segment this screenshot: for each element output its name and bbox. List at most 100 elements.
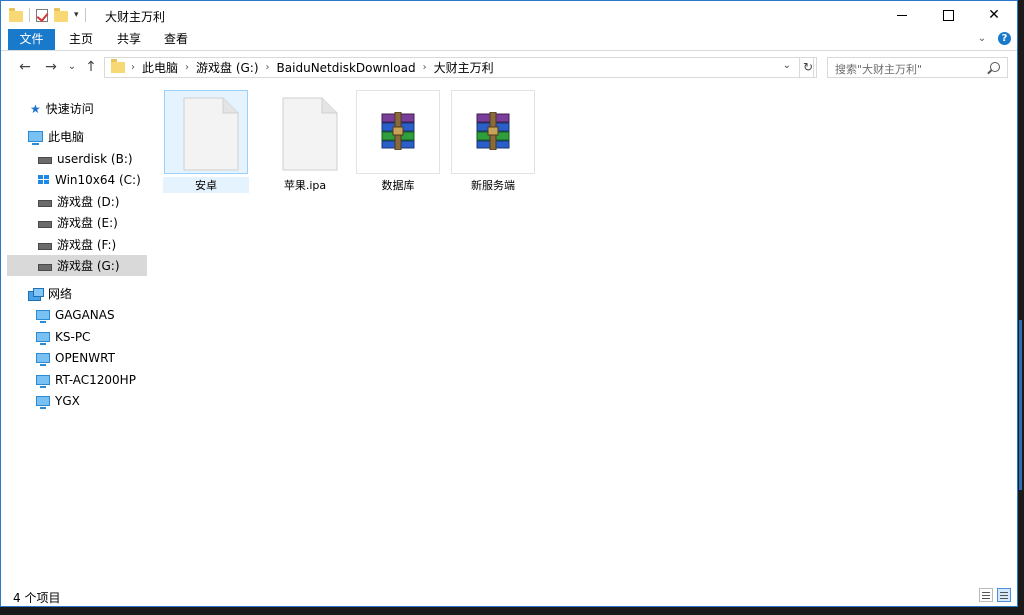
search-icon[interactable] — [990, 62, 1000, 72]
close-icon: ✕ — [988, 7, 1000, 23]
maximize-icon — [942, 9, 954, 21]
minimize-icon — [897, 14, 907, 16]
sidebar-item-drive-g[interactable]: 游戏盘 (G:) — [7, 255, 147, 276]
windows-drive-icon — [38, 175, 50, 184]
item-count: 4 个项目 — [13, 591, 61, 605]
tab-view[interactable]: 查看 — [158, 29, 194, 50]
address-history-dropdown-icon[interactable]: ⌄ — [783, 60, 791, 71]
computer-icon — [36, 352, 50, 366]
blank-file-icon — [282, 97, 338, 171]
file-name: 数据库 — [381, 179, 415, 192]
file-thumbnail — [356, 90, 440, 174]
up-arrow-icon[interactable]: ↑ — [81, 57, 101, 77]
sidebar-item-drive-d[interactable]: 游戏盘 (D:) — [7, 191, 147, 212]
file-item[interactable]: 数据库 — [355, 90, 441, 193]
sidebar-item-openwrt[interactable]: OPENWRT — [7, 347, 147, 368]
window-controls: ✕ — [879, 1, 1017, 29]
sidebar-item-gaganas[interactable]: GAGANAS — [7, 304, 147, 325]
search-placeholder: 搜索"大财主万利" — [835, 63, 923, 76]
sidebar-item-rt-ac1200hp[interactable]: RT-AC1200HP — [7, 369, 147, 390]
recent-locations-chevron-icon[interactable]: ⌄ — [62, 57, 82, 77]
tab-file[interactable]: 文件 — [8, 29, 55, 50]
properties-icon[interactable] — [36, 8, 48, 22]
window-title: 大财主万利 — [105, 10, 166, 24]
refresh-button[interactable]: ↻ — [799, 57, 817, 78]
sidebar-item-label: 游戏盘 (D:) — [57, 195, 120, 209]
file-list-pane[interactable]: 安卓 苹果.ipa 数据库 新服务端 — [150, 83, 1014, 585]
toolbar-divider — [29, 8, 30, 22]
file-thumbnail — [263, 90, 347, 174]
close-button[interactable]: ✕ — [971, 1, 1017, 29]
sidebar-item-network[interactable]: 网络 — [7, 283, 147, 304]
sidebar-item-label: Win10x64 (C:) — [55, 172, 141, 187]
blank-file-icon — [183, 97, 239, 171]
expand-ribbon-chevron-icon[interactable]: ⌄ — [976, 33, 988, 45]
breadcrumb-chevron-icon[interactable]: › — [185, 62, 189, 73]
breadcrumb-chevron-icon[interactable]: › — [131, 62, 135, 73]
sidebar-item-label: GAGANAS — [55, 307, 115, 322]
sidebar-item-quick-access[interactable]: ★ 快速访问 — [7, 98, 147, 119]
sidebar-item-drive-f[interactable]: 游戏盘 (F:) — [7, 234, 147, 255]
new-folder-icon[interactable] — [54, 7, 68, 22]
computer-icon — [36, 331, 50, 345]
sidebar-item-drive-c[interactable]: Win10x64 (C:) — [7, 169, 147, 190]
ribbon-tabs: 文件 主页 共享 查看 ⌄ ? — [1, 29, 1017, 51]
breadcrumb-baidunetdiskdownload[interactable]: BaiduNetdiskDownload — [277, 61, 416, 75]
sidebar-item-ks-pc[interactable]: KS-PC — [7, 326, 147, 347]
tab-home[interactable]: 主页 — [63, 29, 99, 50]
network-icon — [28, 287, 44, 301]
breadcrumb-current-folder[interactable]: 大财主万利 — [434, 59, 494, 76]
file-name: 安卓 — [163, 177, 249, 193]
sidebar-item-label: RT-AC1200HP — [55, 372, 136, 387]
large-icons-view-icon[interactable] — [997, 588, 1011, 602]
file-thumbnail — [451, 90, 535, 174]
sidebar-item-ygx[interactable]: YGX — [7, 390, 147, 411]
explorer-window: ▾ 大财主万利 ✕ 文件 主页 共享 查看 ⌄ ? ← → ⌄ ↑ › 此电脑 … — [0, 0, 1018, 607]
sidebar-item-drive-b[interactable]: userdisk (B:) — [7, 148, 147, 169]
address-bar[interactable]: › 此电脑 › 游戏盘 (G:) › BaiduNetdiskDownload … — [104, 57, 814, 78]
desktop-edge — [1018, 0, 1024, 615]
sidebar-item-label: 此电脑 — [48, 130, 85, 144]
drive-icon — [38, 200, 52, 207]
sidebar-item-label: YGX — [55, 393, 80, 408]
navigation-bar: ← → ⌄ ↑ › 此电脑 › 游戏盘 (G:) › BaiduNetdiskD… — [1, 51, 1017, 83]
drive-icon — [38, 243, 52, 250]
quick-access-toolbar: ▾ — [9, 6, 86, 24]
computer-icon — [36, 395, 50, 409]
file-item[interactable]: 新服务端 — [450, 90, 536, 193]
pc-icon — [28, 131, 43, 145]
computer-icon — [36, 374, 50, 388]
sidebar-item-this-pc[interactable]: 此电脑 — [7, 126, 147, 147]
sidebar-item-label: OPENWRT — [55, 350, 115, 365]
breadcrumb-chevron-icon[interactable]: › — [266, 62, 270, 73]
tab-share[interactable]: 共享 — [109, 29, 149, 50]
drive-icon — [38, 221, 52, 228]
details-view-icon[interactable] — [979, 588, 993, 602]
forward-arrow-icon[interactable]: → — [41, 57, 61, 77]
rar-archive-icon — [476, 112, 510, 150]
view-toggle — [979, 588, 1011, 602]
back-arrow-icon[interactable]: ← — [15, 57, 35, 77]
sidebar-item-label: 游戏盘 (G:) — [57, 259, 120, 273]
sidebar-item-label: 快速访问 — [45, 102, 94, 116]
drive-icon — [38, 157, 52, 164]
navigation-pane: ★ 快速访问 此电脑 userdisk (B:) Win10x64 (C:) 游… — [7, 89, 147, 583]
search-input[interactable]: 搜索"大财主万利" — [827, 57, 1008, 78]
background-window-edge — [1019, 320, 1022, 490]
breadcrumb-chevron-icon[interactable]: › — [423, 62, 427, 73]
file-item[interactable]: 苹果.ipa — [262, 90, 348, 193]
breadcrumb-this-pc[interactable]: 此电脑 — [142, 59, 178, 76]
breadcrumb-drive-g[interactable]: 游戏盘 (G:) — [196, 59, 259, 76]
sidebar-item-label: 游戏盘 (F:) — [57, 238, 117, 252]
maximize-button[interactable] — [925, 1, 971, 29]
sidebar-item-label: KS-PC — [55, 329, 91, 344]
sidebar-item-label: userdisk (B:) — [57, 151, 133, 166]
status-bar: 4 个项目 — [1, 585, 1017, 606]
toolbar-divider — [84, 8, 86, 22]
sidebar-item-drive-e[interactable]: 游戏盘 (E:) — [7, 212, 147, 233]
customize-toolbar-dropdown-icon[interactable]: ▾ — [74, 10, 79, 20]
minimize-button[interactable] — [879, 1, 925, 29]
help-icon[interactable]: ? — [998, 32, 1011, 45]
file-item[interactable]: 安卓 — [163, 90, 249, 193]
folder-icon — [9, 7, 23, 22]
